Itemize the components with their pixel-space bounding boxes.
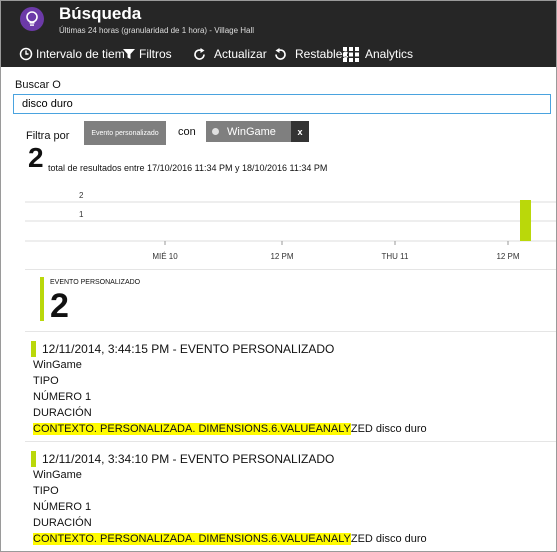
chip-dot-icon bbox=[212, 128, 219, 135]
result-context-rest: ZED disco duro bbox=[350, 423, 427, 435]
grid-icon bbox=[343, 46, 359, 62]
result-color-marker bbox=[31, 451, 36, 467]
refresh-label: Actualizar bbox=[214, 47, 267, 61]
time-range-label: Intervalo de tiem bbox=[36, 47, 125, 61]
funnel-icon bbox=[123, 49, 135, 59]
result-number-label: NÚMERO 1 bbox=[33, 501, 92, 513]
y-tick-label: 2 bbox=[79, 191, 84, 200]
filter-label: Filtra por bbox=[26, 130, 70, 142]
x-tick-label: 12 PM bbox=[496, 252, 519, 261]
result-name: WinGame bbox=[33, 469, 82, 481]
refresh-icon bbox=[194, 47, 205, 60]
result-timestamp: 12/11/2014, 3:34:10 bbox=[42, 452, 148, 466]
result-separator: - bbox=[172, 342, 177, 356]
time-range-button[interactable]: Intervalo de tiem bbox=[19, 44, 125, 64]
reset-button[interactable]: Restablec bbox=[273, 44, 348, 64]
con-label: con bbox=[178, 126, 196, 138]
x-tick-label: 12 PM bbox=[270, 252, 293, 261]
filter-value-chip[interactable]: WinGame x bbox=[206, 121, 309, 142]
result-number-label: NÚMERO 1 bbox=[33, 391, 92, 403]
page-title: Búsqueda bbox=[59, 4, 142, 23]
filter-value-label: WinGame bbox=[227, 125, 276, 138]
refresh-button[interactable]: Actualizar bbox=[192, 44, 267, 64]
filters-button[interactable]: Filtros bbox=[122, 44, 172, 64]
result-type-label: TIPO bbox=[33, 485, 59, 497]
legend-color-bar bbox=[40, 277, 44, 321]
remove-filter-button[interactable]: x bbox=[291, 121, 309, 142]
result-type-label: TIPO bbox=[33, 375, 59, 387]
result-duration-label: DURACIÓN bbox=[33, 517, 92, 529]
result-color-marker bbox=[31, 341, 36, 357]
analytics-label: Analytics bbox=[365, 47, 414, 61]
filters-label: Filtros bbox=[139, 47, 172, 61]
search-highlight: CONTEXTO. PERSONALIZADA. DIMENSIONS.6.VA… bbox=[33, 533, 351, 545]
result-duration-label: DURACIÓN bbox=[33, 407, 92, 419]
result-context: CONTEXTO. PERSONALIZADA. DIMENSIONS.6.VA… bbox=[33, 533, 427, 545]
result-event-type: EVENTO PERSONALIZADO bbox=[179, 342, 335, 356]
chart-bar bbox=[520, 200, 531, 241]
clock-icon bbox=[19, 47, 33, 61]
undo-icon bbox=[275, 47, 286, 60]
reset-label: Restablec bbox=[295, 47, 349, 61]
timeline-chart-svg: 2 1 MIÉ 10 12 PM THU 11 12 PM bbox=[25, 191, 556, 261]
total-count: 2 bbox=[28, 142, 44, 173]
result-item[interactable]: 12/11/2014, 3:44:15 PM - EVENTO PERSONAL… bbox=[31, 332, 556, 436]
search-highlight: CONTEXTO. PERSONALIZADA. DIMENSIONS.6.VA… bbox=[33, 423, 351, 435]
result-event-type: EVENTO PERSONALIZADO bbox=[179, 452, 335, 466]
result-context-rest: ZED disco duro bbox=[350, 533, 427, 545]
analytics-button[interactable]: Analytics bbox=[343, 44, 413, 64]
search-input[interactable] bbox=[13, 94, 551, 114]
search-label: Buscar O bbox=[15, 79, 61, 91]
result-separator: PM - bbox=[151, 452, 177, 466]
result-heading: 12/11/2014, 3:44:15 PM - EVENTO PERSONAL… bbox=[42, 342, 334, 356]
result-timestamp: 12/11/2014, 3:44:15 PM bbox=[42, 342, 170, 356]
x-tick-label: MIÉ 10 bbox=[152, 252, 178, 261]
lightbulb-icon bbox=[20, 7, 44, 31]
result-item[interactable]: 12/11/2014, 3:34:10 PM - EVENTO PERSONAL… bbox=[31, 442, 556, 546]
blade-header: Búsqueda Últimas 24 horas (granularidad … bbox=[1, 1, 556, 67]
timeline-chart[interactable]: 2 1 MIÉ 10 12 PM THU 11 12 PM bbox=[25, 182, 556, 262]
result-context: CONTEXTO. PERSONALIZADA. DIMENSIONS.6.VA… bbox=[33, 423, 427, 435]
page-subtitle: Últimas 24 horas (granularidad de 1 hora… bbox=[59, 26, 255, 35]
total-summary: total de resultados entre 17/10/2016 11:… bbox=[48, 163, 328, 173]
toolbar: Intervalo de tiem Filtros Actualizar Res… bbox=[1, 44, 556, 66]
result-heading: 12/11/2014, 3:34:10 PM - EVENTO PERSONAL… bbox=[42, 452, 334, 466]
legend-count: 2 bbox=[50, 287, 69, 325]
search-blade: Búsqueda Últimas 24 horas (granularidad … bbox=[0, 0, 557, 552]
y-tick-label: 1 bbox=[79, 210, 84, 219]
result-name: WinGame bbox=[33, 359, 82, 371]
event-type-chip[interactable]: Evento personalizado bbox=[84, 121, 166, 145]
legend-label: EVENTO PERSONALIZADO bbox=[50, 279, 141, 286]
divider bbox=[25, 269, 556, 270]
x-tick-label: THU 11 bbox=[382, 252, 410, 261]
